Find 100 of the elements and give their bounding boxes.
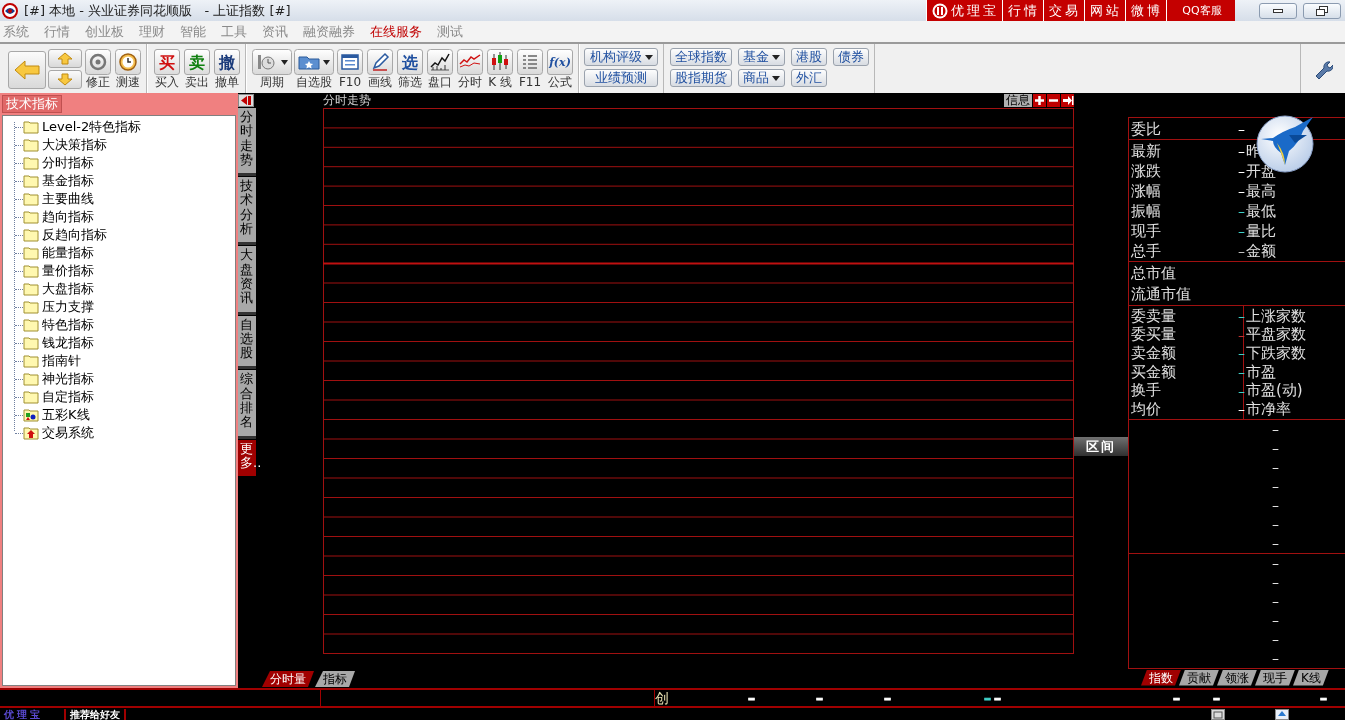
tree-item[interactable]: 特色指标 bbox=[42, 316, 94, 334]
tree-item[interactable]: 能量指标 bbox=[42, 244, 94, 262]
field-value: – bbox=[1272, 555, 1280, 572]
field-value: – bbox=[1272, 421, 1280, 438]
top-link[interactable]: 行情 bbox=[1002, 0, 1043, 21]
field-value: – bbox=[1272, 593, 1280, 610]
field-label: 卖金额 bbox=[1131, 344, 1177, 363]
market-button[interactable]: 债券 bbox=[833, 48, 869, 66]
side-tab[interactable]: 自选股 bbox=[238, 315, 256, 370]
toolbar-button[interactable]: F10 bbox=[336, 49, 364, 90]
tree-item[interactable]: 大盘指标 bbox=[42, 280, 94, 298]
range-button[interactable]: 区间 bbox=[1074, 437, 1128, 456]
tree-item[interactable]: 量价指标 bbox=[42, 262, 94, 280]
share-link[interactable]: 推荐给好友 bbox=[64, 708, 126, 720]
toolbar-button[interactable]: 撤 撤单 bbox=[213, 49, 241, 90]
trend-chart-icon bbox=[457, 49, 483, 75]
window-icon[interactable] bbox=[1211, 708, 1225, 720]
field-label: 下跌家数 bbox=[1246, 344, 1306, 363]
toolbar-button[interactable]: F11 bbox=[516, 49, 544, 90]
tree-item[interactable]: 神光指标 bbox=[42, 370, 94, 388]
quote-tab[interactable]: 指数 bbox=[1141, 669, 1181, 686]
glyph-icon: 选 bbox=[397, 49, 423, 75]
field-value: – bbox=[1272, 535, 1280, 552]
collapse-button[interactable] bbox=[238, 94, 254, 107]
toolbar-button[interactable]: f(x) 公式 bbox=[546, 49, 574, 90]
toolbar-button[interactable]: 画线 bbox=[366, 49, 394, 90]
quote-tab[interactable]: 贡献 bbox=[1179, 669, 1219, 686]
top-link[interactable]: 网站 bbox=[1084, 0, 1125, 21]
toolbar-button[interactable]: 分时 bbox=[456, 49, 484, 90]
info-button[interactable]: 信息 bbox=[1004, 94, 1032, 107]
tree-item[interactable]: Level-2特色指标 bbox=[42, 118, 142, 136]
status-value: – bbox=[994, 690, 1001, 706]
market-button[interactable]: 基金 bbox=[738, 48, 785, 66]
toolbar-button[interactable]: 买 买入 bbox=[153, 49, 181, 90]
folder-icon bbox=[23, 389, 39, 405]
tree-item[interactable]: 大决策指标 bbox=[42, 136, 107, 154]
side-tab[interactable]: 大盘资讯 bbox=[238, 246, 256, 315]
field-label: 市盈(动) bbox=[1246, 381, 1303, 401]
tree-item[interactable]: 分时指标 bbox=[42, 154, 94, 172]
top-link[interactable]: 微博 bbox=[1125, 0, 1166, 21]
tree-item[interactable]: 自定指标 bbox=[42, 388, 94, 406]
toolbar-button[interactable]: 测速 bbox=[114, 49, 142, 90]
plus-icon[interactable] bbox=[1033, 94, 1046, 107]
market-button[interactable]: 全球指数 bbox=[670, 48, 732, 66]
field-label: 量比 bbox=[1246, 221, 1276, 241]
tree-item[interactable]: 趋向指标 bbox=[42, 208, 94, 226]
top-link[interactable]: QQ客服 bbox=[1166, 0, 1235, 21]
wrench-icon[interactable] bbox=[1313, 58, 1333, 79]
field-label: 市盈 bbox=[1246, 362, 1276, 382]
toolbar-button[interactable]: K 线 bbox=[486, 49, 514, 90]
market-button[interactable]: 机构评级 bbox=[584, 48, 658, 66]
folder-icon bbox=[23, 353, 39, 369]
toolbar-button[interactable]: 盘口 bbox=[426, 49, 454, 90]
tree-item[interactable]: 交易系统 bbox=[42, 424, 94, 442]
menu-item[interactable]: 在线服务 bbox=[370, 22, 422, 41]
tree-item[interactable]: 压力支撑 bbox=[42, 298, 94, 316]
quote-tab[interactable]: K线 bbox=[1293, 669, 1329, 686]
market-button[interactable]: 商品 bbox=[738, 69, 785, 87]
tree-item[interactable]: 基金指标 bbox=[42, 172, 94, 190]
tree-item[interactable]: 指南针 bbox=[42, 352, 81, 370]
chart-tab[interactable]: 分时量 bbox=[262, 671, 314, 687]
top-link[interactable]: 优理宝 bbox=[926, 0, 1002, 21]
minus-icon[interactable] bbox=[1047, 94, 1060, 107]
tree-item[interactable]: 五彩K线 bbox=[42, 406, 90, 424]
toolbar-button[interactable]: 卖 卖出 bbox=[183, 49, 211, 90]
field-value: – bbox=[1272, 459, 1280, 476]
toolbar-button[interactable]: 选 筛选 bbox=[396, 49, 424, 90]
side-tab[interactable]: 综合排名 bbox=[238, 370, 256, 439]
side-tab[interactable]: 分时走势 bbox=[238, 108, 256, 177]
side-tab[interactable]: 技术分析 bbox=[238, 177, 256, 246]
line-chart-icon bbox=[427, 49, 453, 75]
folder-icon bbox=[23, 245, 39, 261]
market-button[interactable]: 外汇 bbox=[791, 69, 827, 87]
quote-tab[interactable]: 领涨 bbox=[1217, 669, 1257, 686]
toolbar-button[interactable]: 周期 bbox=[252, 49, 292, 90]
quote-tab[interactable]: 现手 bbox=[1255, 669, 1295, 686]
market-button[interactable]: 港股 bbox=[791, 48, 827, 66]
field-value: – bbox=[1238, 364, 1246, 381]
market-button[interactable]: 业绩预测 bbox=[584, 69, 658, 87]
tree-item[interactable]: 主要曲线 bbox=[42, 190, 94, 208]
top-link[interactable]: 交易 bbox=[1043, 0, 1084, 21]
toolbar-button[interactable]: 修正 bbox=[84, 49, 112, 90]
left-arrow-icon bbox=[241, 96, 251, 105]
market-button[interactable]: 股指期货 bbox=[670, 69, 732, 87]
arrow-icon[interactable] bbox=[1061, 94, 1074, 107]
field-value: – bbox=[1238, 308, 1246, 325]
tree-item[interactable]: 钱龙指标 bbox=[42, 334, 94, 352]
toolbar-button[interactable]: 自选股 bbox=[294, 49, 334, 90]
field-label: 总手 bbox=[1131, 241, 1162, 261]
restore-button[interactable] bbox=[1303, 2, 1341, 19]
field-value: – bbox=[1238, 401, 1246, 418]
minimize-icon bbox=[1273, 7, 1283, 14]
field-label: 上涨家数 bbox=[1246, 306, 1306, 326]
chart-tab[interactable]: 指标 bbox=[315, 671, 355, 687]
field-label: 委比 bbox=[1131, 119, 1162, 139]
tree-item[interactable]: 反趋向指标 bbox=[42, 226, 107, 244]
field-value: – bbox=[1238, 223, 1246, 239]
upload-icon[interactable] bbox=[1275, 708, 1289, 720]
field-value: – bbox=[1238, 121, 1246, 137]
minimize-button[interactable] bbox=[1259, 2, 1297, 19]
